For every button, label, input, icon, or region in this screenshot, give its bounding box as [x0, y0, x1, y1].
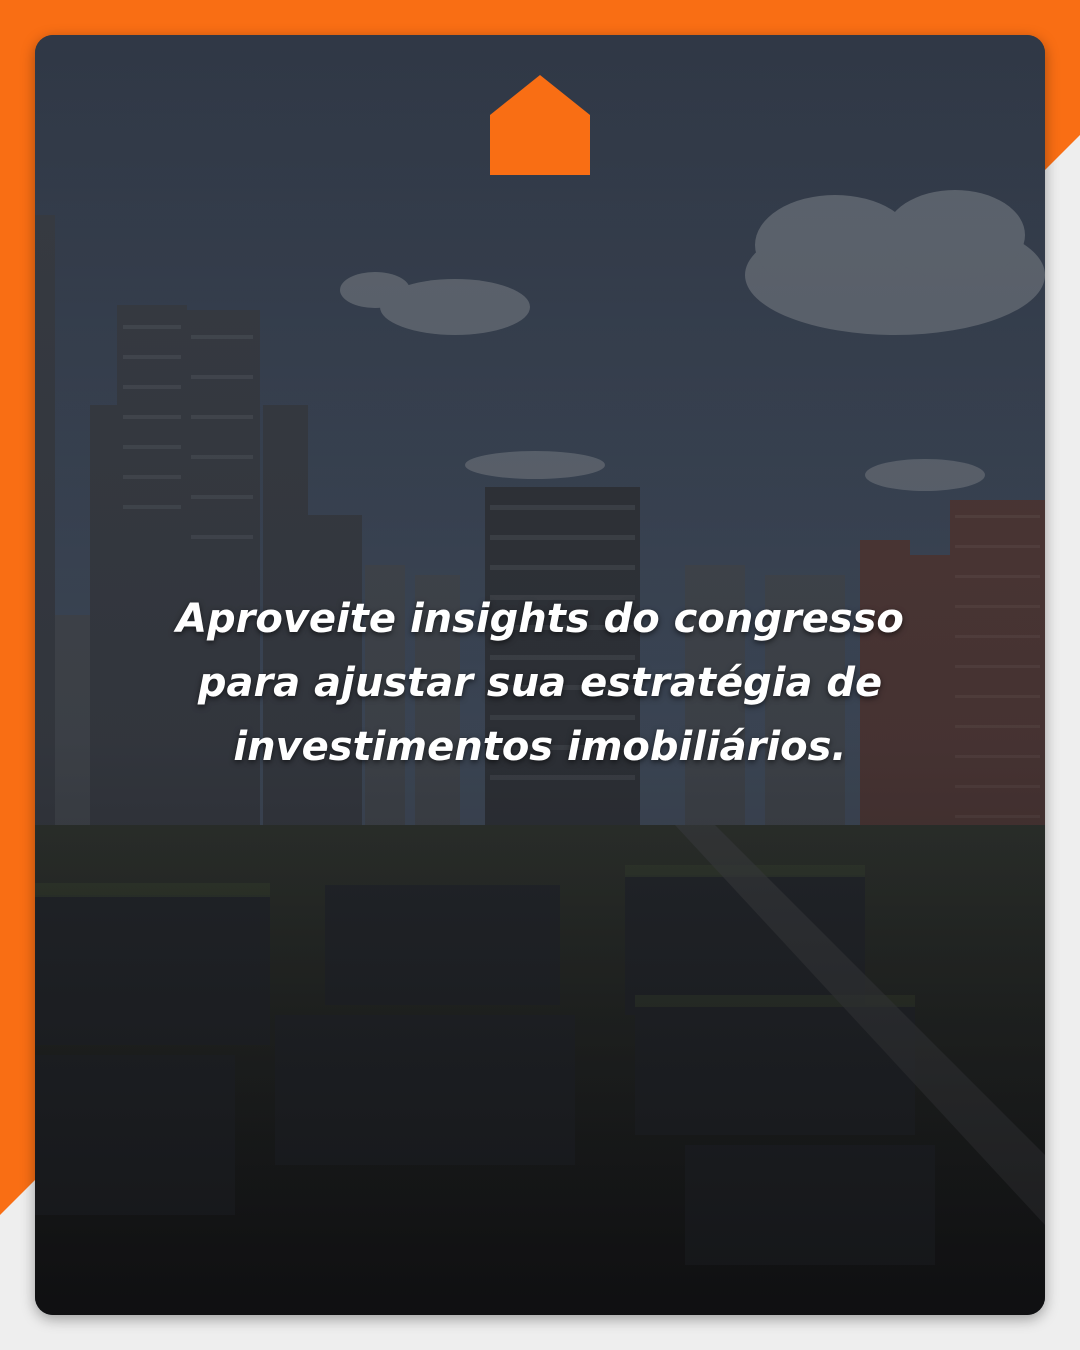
- headline-text: Aproveite insights do congresso para aju…: [176, 596, 904, 770]
- post-canvas: Aproveite insights do congresso para aju…: [0, 0, 1080, 1350]
- image-card: Aproveite insights do congresso para aju…: [35, 35, 1045, 1315]
- house-icon: [490, 75, 590, 175]
